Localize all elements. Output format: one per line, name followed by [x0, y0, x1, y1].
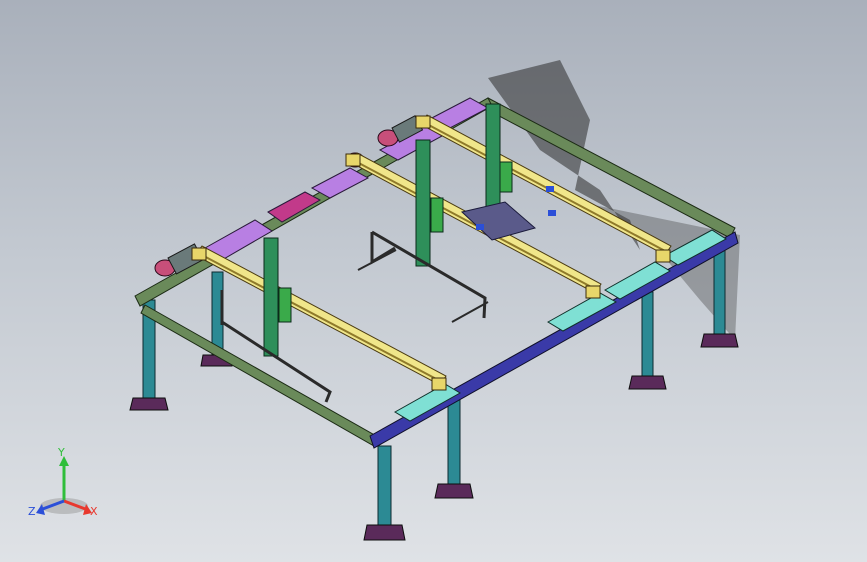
column: [415, 139, 431, 267]
y-axis-label: Y: [57, 446, 65, 459]
leg: [377, 445, 392, 527]
leg-foot: [434, 483, 474, 499]
leg-foot: [129, 397, 169, 411]
leg-foot: [700, 333, 739, 348]
leg: [447, 399, 461, 486]
leg-foot: [628, 375, 667, 390]
gantry-assembly-model[interactable]: [0, 0, 867, 562]
column: [263, 237, 279, 357]
z-axis-label: Z: [28, 505, 36, 518]
x-axis-label: X: [90, 505, 98, 518]
cad-viewport[interactable]: Y X Z: [0, 0, 867, 562]
leg-foot: [363, 524, 406, 541]
axis-triad: Y X Z: [22, 446, 106, 526]
leg: [641, 291, 654, 377]
leg: [713, 249, 726, 336]
